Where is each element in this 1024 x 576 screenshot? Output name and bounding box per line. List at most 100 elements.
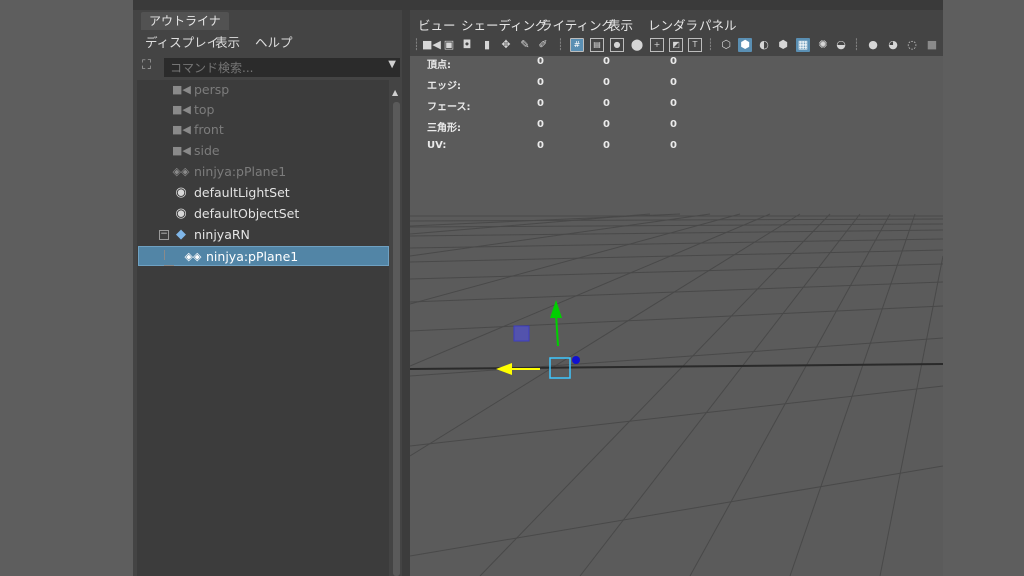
outliner-item-default-light-set[interactable]: ◉ defaultLightSet bbox=[137, 183, 389, 203]
screen-space-ao-icon[interactable]: ● bbox=[866, 38, 880, 52]
hud-value: 0 bbox=[537, 56, 544, 67]
collapse-expander-icon[interactable]: − bbox=[159, 230, 169, 240]
isolate-select-icon[interactable]: ■ bbox=[925, 38, 939, 52]
hud-value: 0 bbox=[537, 140, 544, 151]
outliner-item-pplane-selected[interactable]: ◈◈ ninjya:pPlane1 bbox=[138, 246, 389, 266]
outliner-item-front[interactable]: ■◀ front bbox=[137, 120, 389, 140]
top-strip bbox=[133, 0, 943, 10]
search-dropdown-arrow-icon[interactable]: ▼ bbox=[388, 59, 396, 70]
viewport-toolbar: ┊ ■◀ ▣ ◘ ▮ ✥ ✎ ✐ ┊ # ▤ ● ⬤ + ◩ T ┊ ⬡ ⬢ ◐… bbox=[410, 34, 943, 56]
hud-label: 頂点: bbox=[427, 60, 451, 71]
menu-help[interactable]: ヘルプ bbox=[255, 32, 293, 51]
outliner-item-pplane-dimmed[interactable]: ◈◈ ninjya:pPlane1 bbox=[137, 162, 389, 182]
search-options-icon[interactable]: ⛶ bbox=[142, 58, 158, 74]
poly-count-hud: 頂点: 0 0 0 エッジ: 0 0 0 フェース: 0 0 0 三角形: 0 … bbox=[410, 56, 710, 166]
film-gate-icon[interactable]: ▤ bbox=[590, 38, 604, 52]
anti-aliasing-icon[interactable]: ◌ bbox=[905, 38, 919, 52]
hud-value: 0 bbox=[603, 77, 610, 88]
outliner-item-label: side bbox=[194, 143, 220, 158]
outliner-item-side[interactable]: ■◀ side bbox=[137, 141, 389, 161]
set-icon: ◉ bbox=[175, 185, 187, 200]
grid-icon[interactable]: # bbox=[570, 38, 584, 52]
hud-value: 0 bbox=[603, 140, 610, 151]
panel-splitter[interactable] bbox=[402, 10, 410, 576]
hud-label: UV: bbox=[427, 140, 447, 151]
menu-shading[interactable]: シェーディング bbox=[461, 15, 548, 34]
camera-attributes-icon[interactable]: ▣ bbox=[442, 38, 456, 52]
mesh-plane-icon: ◈◈ bbox=[172, 165, 190, 178]
hud-label: 三角形: bbox=[427, 123, 461, 134]
2d-pan-icon[interactable]: ✥ bbox=[499, 38, 513, 52]
outliner-item-label: ninjya:pPlane1 bbox=[194, 164, 287, 179]
shade-default-icon[interactable]: ◐ bbox=[757, 38, 771, 52]
hud-row-faces: フェース: 0 0 0 bbox=[427, 98, 707, 118]
hud-value: 0 bbox=[537, 119, 544, 130]
camera-icon: ■◀ bbox=[172, 83, 191, 96]
outliner-item-default-object-set[interactable]: ◉ defaultObjectSet bbox=[137, 204, 389, 224]
outliner-item-persp[interactable]: ■◀ persp bbox=[137, 80, 389, 100]
hud-value: 0 bbox=[670, 77, 677, 88]
outliner-item-label: persp bbox=[194, 82, 230, 97]
tree-connector-line bbox=[164, 265, 174, 266]
wireframe-icon[interactable]: ⬡ bbox=[719, 38, 733, 52]
outliner-tree: ■◀ persp ■◀ top ■◀ front ■◀ side ◈◈ ninj… bbox=[137, 80, 389, 576]
outliner-panel: アウトライナ ディスプレイ 表示 ヘルプ ⛶ ▼ ■◀ persp ■◀ top… bbox=[137, 10, 402, 576]
scroll-up-arrow-icon[interactable]: ▲ bbox=[392, 88, 398, 97]
field-chart-icon[interactable]: + bbox=[650, 38, 664, 52]
menu-show[interactable]: 表示 bbox=[608, 15, 633, 34]
wireframe-on-shaded-icon[interactable]: ⬢ bbox=[776, 38, 790, 52]
textured-icon[interactable]: ▦ bbox=[796, 38, 810, 52]
motion-blur-icon[interactable]: ◕ bbox=[886, 38, 900, 52]
gate-mask-icon[interactable]: ⬤ bbox=[630, 38, 644, 52]
shadows-icon[interactable]: ◒ bbox=[834, 38, 848, 52]
smooth-shade-icon[interactable]: ⬢ bbox=[738, 38, 752, 52]
outliner-menubar: ディスプレイ 表示 ヘルプ bbox=[137, 30, 402, 52]
hud-value: 0 bbox=[670, 98, 677, 109]
toolbar-separator: ┊ bbox=[413, 38, 420, 51]
outliner-scrollbar[interactable]: ▲ bbox=[391, 80, 402, 576]
outliner-item-top[interactable]: ■◀ top bbox=[137, 100, 389, 120]
viewport-menubar: ビュー シェーディング ライティング 表示 レンダラ パネル bbox=[410, 14, 943, 34]
menu-view[interactable]: ビュー bbox=[418, 15, 456, 34]
select-camera-icon[interactable]: ■◀ bbox=[422, 38, 441, 52]
outliner-item-label: top bbox=[194, 102, 215, 117]
menu-show[interactable]: 表示 bbox=[215, 32, 240, 51]
camera-icon: ■◀ bbox=[172, 123, 191, 136]
menu-panels[interactable]: パネル bbox=[699, 15, 737, 34]
outliner-item-label: defaultObjectSet bbox=[194, 206, 300, 221]
outliner-item-label: front bbox=[194, 122, 224, 137]
grease-pencil-icon[interactable]: ✎ bbox=[518, 38, 532, 52]
hud-value: 0 bbox=[603, 119, 610, 130]
outliner-item-label: defaultLightSet bbox=[194, 185, 290, 200]
outliner-search-input[interactable] bbox=[164, 58, 400, 77]
mesh-plane-icon: ◈◈ bbox=[184, 250, 202, 263]
camera-icon: ■◀ bbox=[172, 103, 191, 116]
hud-value: 0 bbox=[670, 119, 677, 130]
set-icon: ◉ bbox=[175, 206, 187, 221]
outliner-item-label: ninjya:pPlane1 bbox=[206, 249, 299, 264]
use-all-lights-icon[interactable]: ✺ bbox=[816, 38, 830, 52]
outliner-search-row: ⛶ ▼ bbox=[137, 56, 402, 78]
scroll-thumb[interactable] bbox=[393, 102, 400, 576]
outliner-item-ninjya-rn[interactable]: − ◆ ninjyaRN bbox=[137, 225, 389, 245]
menu-renderer[interactable]: レンダラ bbox=[648, 15, 698, 34]
menu-display[interactable]: ディスプレイ bbox=[145, 32, 219, 51]
hud-row-vertices: 頂点: 0 0 0 bbox=[427, 56, 707, 76]
menu-lighting[interactable]: ライティング bbox=[540, 15, 614, 34]
toolbar-separator: ┊ bbox=[707, 38, 714, 51]
bookmark-icon[interactable]: ◘ bbox=[460, 38, 474, 52]
brush-icon[interactable]: ✐ bbox=[536, 38, 550, 52]
viewport-scene[interactable]: 頂点: 0 0 0 エッジ: 0 0 0 フェース: 0 0 0 三角形: 0 … bbox=[410, 56, 943, 576]
image-plane-icon[interactable]: ▮ bbox=[480, 38, 494, 52]
hud-label: フェース: bbox=[427, 102, 471, 113]
hud-row-triangles: 三角形: 0 0 0 bbox=[427, 119, 707, 139]
resolution-gate-icon[interactable]: ● bbox=[610, 38, 624, 52]
toolbar-separator: ┊ bbox=[853, 38, 860, 51]
safe-action-icon[interactable]: ◩ bbox=[669, 38, 683, 52]
outliner-item-label: ninjyaRN bbox=[194, 227, 250, 242]
camera-icon: ■◀ bbox=[172, 144, 191, 157]
outliner-tab[interactable]: アウトライナ bbox=[141, 12, 229, 30]
tree-connector-line bbox=[164, 250, 165, 260]
hud-value: 0 bbox=[537, 98, 544, 109]
safe-title-icon[interactable]: T bbox=[688, 38, 702, 52]
